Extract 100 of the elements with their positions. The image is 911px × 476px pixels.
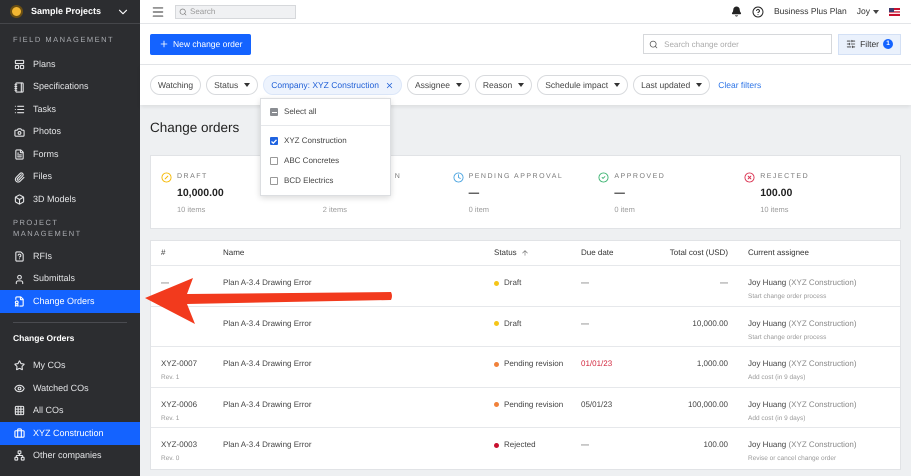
filter-chip[interactable]: Watching [150, 75, 202, 95]
notebook-icon [14, 82, 25, 92]
user-menu[interactable]: Joy [856, 5, 879, 18]
status-text: Draft [504, 318, 522, 330]
total-cost: 100,000.00 [688, 398, 728, 410]
assignee: Joy Huang (XYZ Construction) [748, 439, 857, 451]
sidebar-item[interactable]: Tasks [0, 98, 140, 121]
dropdown-option[interactable]: BCD Electrics [261, 171, 390, 191]
sidebar-item[interactable]: Other companies [0, 444, 140, 467]
filter-chip[interactable]: Last updated [633, 75, 710, 95]
filter-chip[interactable]: Company: XYZ Construction [263, 75, 402, 95]
filter-chip[interactable]: Assignee [406, 75, 470, 95]
bell-icon[interactable] [731, 6, 742, 17]
help-icon[interactable] [752, 6, 764, 18]
summary-value: 100.00 [760, 186, 794, 201]
new-change-order-button[interactable]: New change order [150, 34, 252, 54]
sidebar-item[interactable]: Plans [0, 53, 140, 76]
summary-value: — [468, 186, 480, 201]
filter-chip[interactable]: Schedule impact [537, 75, 628, 95]
checkbox[interactable] [270, 157, 278, 165]
clear-filters-link[interactable]: Clear filters [718, 78, 762, 92]
co-name: Plan A-3.4 Drawing Error [223, 439, 312, 451]
sort-arrow-icon[interactable] [520, 249, 529, 257]
sidebar-item[interactable]: Files [0, 166, 140, 188]
sidebar-item[interactable]: Watched COs [0, 377, 140, 400]
caret-icon [873, 10, 879, 14]
dropdown-option[interactable]: XYZ Construction [261, 131, 390, 151]
co-number: — [161, 277, 170, 289]
x-circle-icon [744, 172, 756, 182]
eye-icon [14, 382, 25, 394]
assignee: Joy Huang (XYZ Construction) [748, 318, 857, 330]
sidebar-item[interactable]: My COs [0, 354, 140, 377]
search-field[interactable]: Search [175, 4, 296, 18]
column-header[interactable]: # [151, 247, 223, 259]
sidebar-item[interactable]: Photos [0, 120, 140, 144]
briefcase-icon [14, 428, 25, 439]
menu-icon[interactable] [151, 4, 165, 18]
caret-icon [696, 83, 702, 87]
plus-icon [159, 39, 169, 49]
co-name: Plan A-3.4 Drawing Error [223, 398, 312, 410]
total-cost: 10,000.00 [692, 318, 728, 330]
checkbox[interactable] [270, 177, 278, 185]
document-icon [14, 296, 25, 307]
check-circle-icon [598, 172, 610, 182]
co-name: Plan A-3.4 Drawing Error [223, 318, 312, 330]
due-date: — [581, 318, 589, 328]
caret-icon [614, 83, 620, 87]
document-icon [14, 149, 25, 160]
due-date: — [581, 278, 589, 287]
total-cost: 100.00 [704, 439, 728, 451]
total-cost: 1,000.00 [696, 358, 728, 370]
co-number: XYZ-0007 [161, 358, 198, 370]
plan-name: Business Plus Plan [774, 5, 847, 18]
sidebar-item[interactable]: Change Orders [0, 290, 140, 313]
column-header[interactable]: Total cost (USD) [641, 247, 728, 259]
sidebar-item[interactable]: Submittals [0, 268, 140, 290]
assignee: Joy Huang (XYZ Construction) [748, 358, 857, 370]
co-number: XYZ-0003 [161, 439, 198, 451]
caret-icon [518, 83, 524, 87]
project-name[interactable]: Sample Projects [31, 4, 108, 18]
document-icon [14, 251, 25, 262]
sidebar-item[interactable]: Forms [0, 143, 140, 166]
grid-icon [14, 405, 25, 416]
plan-icon [14, 59, 25, 70]
person-icon [14, 274, 25, 284]
dropdown-option[interactable]: ABC Concretes [261, 151, 390, 171]
caret-icon [244, 83, 250, 87]
total-cost: — [720, 277, 728, 289]
co-name: Plan A-3.4 Drawing Error [223, 358, 312, 370]
column-header[interactable]: Due date [581, 247, 641, 259]
caret-icon [456, 83, 462, 87]
project-logo-icon [10, 5, 23, 18]
sidebar-item[interactable]: Specifications [0, 76, 140, 98]
checkbox[interactable] [270, 108, 278, 116]
due-date: 01/01/23 [581, 359, 612, 368]
sliders-icon [846, 39, 856, 49]
column-header[interactable]: Current assignee [728, 247, 809, 259]
status-text: Pending revision [504, 358, 564, 370]
clock-icon [452, 172, 464, 182]
assignee: Joy Huang (XYZ Construction) [748, 277, 857, 289]
status-text: Pending revision [504, 398, 564, 410]
close-icon[interactable] [384, 80, 394, 90]
sidebar-item[interactable]: RFIs [0, 245, 140, 268]
filter-chip[interactable]: Status [206, 75, 258, 95]
column-header[interactable]: Status [494, 247, 581, 259]
paperclip-icon [14, 172, 25, 182]
search-icon [179, 8, 187, 16]
summary-value: — [614, 186, 626, 201]
column-header[interactable]: Name [223, 247, 494, 259]
sidebar-item[interactable]: All COs [0, 400, 140, 422]
filter-chip[interactable]: Reason [474, 75, 532, 95]
due-date: — [581, 440, 589, 449]
search-field[interactable]: Search change order [643, 34, 832, 54]
sidebar-item[interactable]: XYZ Construction [0, 422, 140, 444]
star-icon [14, 360, 25, 372]
due-date: 05/01/23 [581, 400, 612, 408]
sidebar-item[interactable]: 3D Models [0, 188, 140, 211]
org-chart-icon [14, 450, 25, 462]
list-icon [14, 104, 25, 115]
status-text: Draft [504, 277, 522, 289]
